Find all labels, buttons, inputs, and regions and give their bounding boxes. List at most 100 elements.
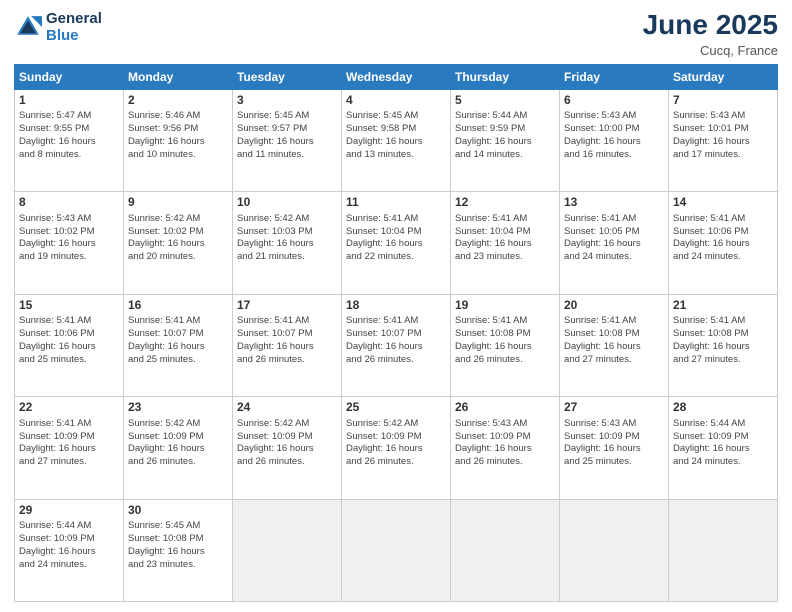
day-number: 21 bbox=[673, 298, 773, 314]
table-row bbox=[342, 499, 451, 601]
day-number: 25 bbox=[346, 400, 446, 416]
col-friday: Friday bbox=[560, 64, 669, 89]
table-row: 4Sunrise: 5:45 AM Sunset: 9:58 PM Daylig… bbox=[342, 89, 451, 191]
day-number: 28 bbox=[673, 400, 773, 416]
day-info: Sunrise: 5:42 AM Sunset: 10:02 PM Daylig… bbox=[128, 213, 228, 264]
day-info: Sunrise: 5:41 AM Sunset: 10:06 PM Daylig… bbox=[673, 213, 773, 264]
day-number: 27 bbox=[564, 400, 664, 416]
title-area: June 2025 Cucq, France bbox=[643, 10, 778, 58]
table-row: 23 Sunrise: 5:42 AM Sunset: 10:09 PM Dayl… bbox=[124, 397, 233, 499]
day-number: 5 bbox=[455, 93, 555, 109]
table-row: 14 Sunrise: 5:41 AM Sunset: 10:06 PM Dayl… bbox=[669, 192, 778, 294]
table-row: 11Sunrise: 5:41 AM Sunset: 10:04 PM Dayl… bbox=[342, 192, 451, 294]
day-number: 26 bbox=[455, 400, 555, 416]
table-row: 24 Sunrise: 5:42 AM Sunset: 10:09 PM Dayl… bbox=[233, 397, 342, 499]
table-row: 7Sunrise: 5:43 AM Sunset: 10:01 PM Dayli… bbox=[669, 89, 778, 191]
col-sunday: Sunday bbox=[15, 64, 124, 89]
day-number: 30 bbox=[128, 503, 228, 519]
calendar-week-row: 8 Sunrise: 5:43 AM Sunset: 10:02 PM Dayli… bbox=[15, 192, 778, 294]
day-number: 24 bbox=[237, 400, 337, 416]
col-tuesday: Tuesday bbox=[233, 64, 342, 89]
day-number: 1 bbox=[19, 93, 119, 109]
table-row: 28 Sunrise: 5:44 AM Sunset: 10:09 PM Dayl… bbox=[669, 397, 778, 499]
day-info: Sunrise: 5:45 AM Sunset: 10:08 PM Daylig… bbox=[128, 520, 228, 571]
day-info: Sunrise: 5:44 AM Sunset: 10:09 PM Daylig… bbox=[673, 418, 773, 469]
table-row: 1Sunrise: 5:47 AM Sunset: 9:55 PM Daylig… bbox=[15, 89, 124, 191]
table-row bbox=[451, 499, 560, 601]
day-number: 15 bbox=[19, 298, 119, 314]
col-monday: Monday bbox=[124, 64, 233, 89]
table-row bbox=[669, 499, 778, 601]
day-number: 10 bbox=[237, 195, 337, 211]
day-info: Sunrise: 5:41 AM Sunset: 10:06 PM Daylig… bbox=[19, 315, 119, 366]
day-number: 9 bbox=[128, 195, 228, 211]
header: General Blue June 2025 Cucq, France bbox=[14, 10, 778, 58]
day-info: Sunrise: 5:41 AM Sunset: 10:08 PM Daylig… bbox=[564, 315, 664, 366]
day-number: 16 bbox=[128, 298, 228, 314]
table-row: 2Sunrise: 5:46 AM Sunset: 9:56 PM Daylig… bbox=[124, 89, 233, 191]
day-number: 18 bbox=[346, 298, 446, 314]
day-number: 4 bbox=[346, 93, 446, 109]
day-number: 11 bbox=[346, 195, 446, 211]
logo-icon bbox=[14, 13, 42, 41]
day-info: Sunrise: 5:43 AM Sunset: 10:00 PM Daylig… bbox=[564, 110, 664, 161]
table-row: 13 Sunrise: 5:41 AM Sunset: 10:05 PM Dayl… bbox=[560, 192, 669, 294]
calendar-table: Sunday Monday Tuesday Wednesday Thursday… bbox=[14, 64, 778, 602]
day-number: 13 bbox=[564, 195, 664, 211]
table-row: 21Sunrise: 5:41 AM Sunset: 10:08 PM Dayl… bbox=[669, 294, 778, 396]
day-info: Sunrise: 5:41 AM Sunset: 10:08 PM Daylig… bbox=[673, 315, 773, 366]
table-row: 15Sunrise: 5:41 AM Sunset: 10:06 PM Dayl… bbox=[15, 294, 124, 396]
table-row: 8 Sunrise: 5:43 AM Sunset: 10:02 PM Dayli… bbox=[15, 192, 124, 294]
table-row: 27 Sunrise: 5:43 AM Sunset: 10:09 PM Dayl… bbox=[560, 397, 669, 499]
table-row bbox=[560, 499, 669, 601]
col-thursday: Thursday bbox=[451, 64, 560, 89]
logo: General Blue bbox=[14, 10, 102, 44]
table-row: 20Sunrise: 5:41 AM Sunset: 10:08 PM Dayl… bbox=[560, 294, 669, 396]
table-row: 16Sunrise: 5:41 AM Sunset: 10:07 PM Dayl… bbox=[124, 294, 233, 396]
col-wednesday: Wednesday bbox=[342, 64, 451, 89]
day-number: 12 bbox=[455, 195, 555, 211]
table-row: 18Sunrise: 5:41 AM Sunset: 10:07 PM Dayl… bbox=[342, 294, 451, 396]
day-info: Sunrise: 5:41 AM Sunset: 10:05 PM Daylig… bbox=[564, 213, 664, 264]
day-number: 23 bbox=[128, 400, 228, 416]
table-row: 3Sunrise: 5:45 AM Sunset: 9:57 PM Daylig… bbox=[233, 89, 342, 191]
day-number: 7 bbox=[673, 93, 773, 109]
day-info: Sunrise: 5:45 AM Sunset: 9:57 PM Dayligh… bbox=[237, 110, 337, 161]
day-info: Sunrise: 5:47 AM Sunset: 9:55 PM Dayligh… bbox=[19, 110, 119, 161]
table-row: 17Sunrise: 5:41 AM Sunset: 10:07 PM Dayl… bbox=[233, 294, 342, 396]
table-row: 19Sunrise: 5:41 AM Sunset: 10:08 PM Dayl… bbox=[451, 294, 560, 396]
day-number: 17 bbox=[237, 298, 337, 314]
day-info: Sunrise: 5:43 AM Sunset: 10:09 PM Daylig… bbox=[455, 418, 555, 469]
day-number: 8 bbox=[19, 195, 119, 211]
table-row: 22 Sunrise: 5:41 AM Sunset: 10:09 PM Dayl… bbox=[15, 397, 124, 499]
day-info: Sunrise: 5:44 AM Sunset: 10:09 PM Daylig… bbox=[19, 520, 119, 571]
calendar-week-row: 15Sunrise: 5:41 AM Sunset: 10:06 PM Dayl… bbox=[15, 294, 778, 396]
calendar-header-row: Sunday Monday Tuesday Wednesday Thursday… bbox=[15, 64, 778, 89]
day-info: Sunrise: 5:43 AM Sunset: 10:09 PM Daylig… bbox=[564, 418, 664, 469]
table-row bbox=[233, 499, 342, 601]
page: General Blue June 2025 Cucq, France Sund… bbox=[0, 0, 792, 612]
table-row: 6Sunrise: 5:43 AM Sunset: 10:00 PM Dayli… bbox=[560, 89, 669, 191]
logo-text: General Blue bbox=[46, 10, 102, 44]
calendar-week-row: 22 Sunrise: 5:41 AM Sunset: 10:09 PM Dayl… bbox=[15, 397, 778, 499]
day-info: Sunrise: 5:42 AM Sunset: 10:09 PM Daylig… bbox=[128, 418, 228, 469]
day-info: Sunrise: 5:43 AM Sunset: 10:01 PM Daylig… bbox=[673, 110, 773, 161]
day-info: Sunrise: 5:42 AM Sunset: 10:09 PM Daylig… bbox=[237, 418, 337, 469]
day-number: 3 bbox=[237, 93, 337, 109]
table-row: 26 Sunrise: 5:43 AM Sunset: 10:09 PM Dayl… bbox=[451, 397, 560, 499]
day-number: 14 bbox=[673, 195, 773, 211]
day-info: Sunrise: 5:41 AM Sunset: 10:07 PM Daylig… bbox=[237, 315, 337, 366]
table-row: 29Sunrise: 5:44 AM Sunset: 10:09 PM Dayl… bbox=[15, 499, 124, 601]
day-number: 19 bbox=[455, 298, 555, 314]
day-number: 20 bbox=[564, 298, 664, 314]
day-info: Sunrise: 5:43 AM Sunset: 10:02 PM Daylig… bbox=[19, 213, 119, 264]
day-info: Sunrise: 5:41 AM Sunset: 10:04 PM Daylig… bbox=[455, 213, 555, 264]
day-number: 22 bbox=[19, 400, 119, 416]
calendar-week-row: 29Sunrise: 5:44 AM Sunset: 10:09 PM Dayl… bbox=[15, 499, 778, 601]
day-info: Sunrise: 5:45 AM Sunset: 9:58 PM Dayligh… bbox=[346, 110, 446, 161]
day-info: Sunrise: 5:42 AM Sunset: 10:03 PM Daylig… bbox=[237, 213, 337, 264]
calendar-week-row: 1Sunrise: 5:47 AM Sunset: 9:55 PM Daylig… bbox=[15, 89, 778, 191]
table-row: 30Sunrise: 5:45 AM Sunset: 10:08 PM Dayl… bbox=[124, 499, 233, 601]
day-info: Sunrise: 5:41 AM Sunset: 10:09 PM Daylig… bbox=[19, 418, 119, 469]
table-row: 5Sunrise: 5:44 AM Sunset: 9:59 PM Daylig… bbox=[451, 89, 560, 191]
